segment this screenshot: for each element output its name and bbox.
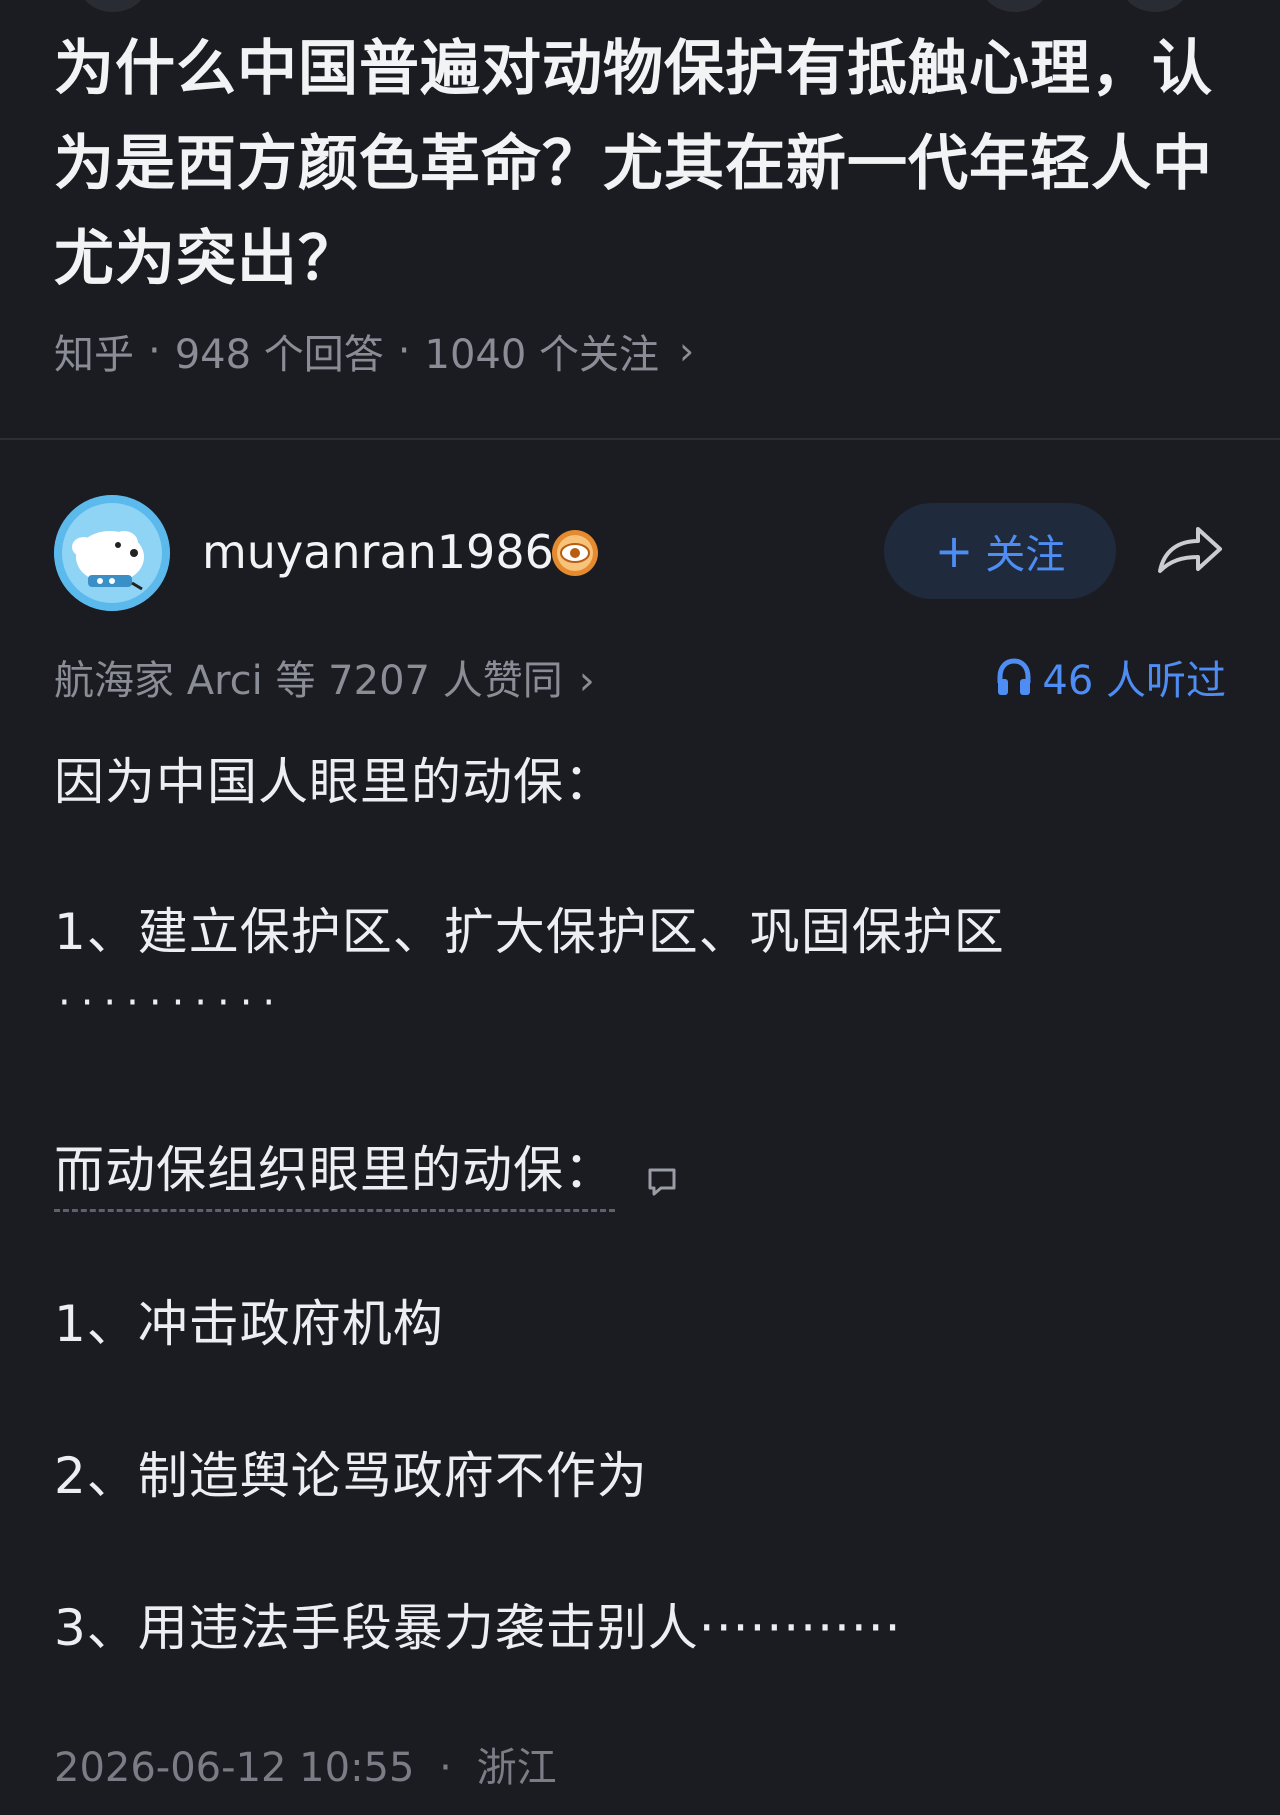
answer-paragraph: 3、用违法手段暴力袭击别人············ xyxy=(54,1599,902,1657)
listen-info[interactable]: 46 人听过 xyxy=(996,648,1226,706)
plus-icon: + xyxy=(934,524,974,578)
annotated-text[interactable]: 而动保组织眼里的动保： xyxy=(54,1141,615,1212)
source-label: 知乎 xyxy=(54,332,134,378)
answer-paragraph: 1、冲击政府机构 xyxy=(54,1295,444,1353)
meta-separator: · xyxy=(439,1745,452,1791)
comment-bubble-icon[interactable] xyxy=(645,1164,679,1198)
follow-button[interactable]: + 关注 xyxy=(884,503,1116,599)
meta-separator: · xyxy=(148,328,161,374)
answer-date: 2026-06-12 10:55 xyxy=(54,1745,415,1791)
avatar[interactable] xyxy=(54,495,170,611)
answer-footer-meta: 2026-06-12 10:55 · 浙江 xyxy=(54,1735,557,1793)
question-meta[interactable]: 知乎 · 948 个回答 · 1040 个关注 › xyxy=(54,322,694,380)
answer-stats-row: 航海家 Arci 等 7207 人赞同 › 46 人听过 xyxy=(54,648,1226,708)
headphones-icon xyxy=(997,658,1031,695)
chevron-right-icon: › xyxy=(578,658,595,704)
ellipsis-dots: ·········· xyxy=(58,980,286,1026)
share-arrow-icon[interactable] xyxy=(1154,517,1226,581)
answer-location: 浙江 xyxy=(476,1745,557,1791)
chevron-right-icon: › xyxy=(679,329,695,373)
answer-paragraph: 2、制造舆论骂政府不作为 xyxy=(54,1447,648,1505)
endorsement-info[interactable]: 航海家 Arci 等 7207 人赞同 › xyxy=(54,648,595,706)
meta-separator: · xyxy=(397,328,411,374)
question-title[interactable]: 为什么中国普遍对动物保护有抵触心理，认为是西方颜色革命？尤其在新一代年轻人中尤为… xyxy=(54,22,1234,307)
author-name[interactable]: muyanran1986 xyxy=(202,525,554,579)
follow-label: 关注 xyxy=(985,532,1066,578)
eye-badge-icon[interactable] xyxy=(550,528,600,578)
cartoon-dog-avatar-icon xyxy=(54,495,170,611)
follower-count: 1040 个关注 xyxy=(424,332,660,378)
answer-author-row: muyanran1986 + 关注 xyxy=(54,495,1226,611)
listen-count: 46 人听过 xyxy=(1042,658,1226,704)
answer-count: 948 个回答 xyxy=(174,332,384,378)
question-header: 为什么中国普遍对动物保护有抵触心理，认为是西方颜色革命？尤其在新一代年轻人中尤为… xyxy=(0,0,1280,440)
endorsement-text: 航海家 Arci 等 7207 人赞同 xyxy=(54,658,563,704)
answer-paragraph: 因为中国人眼里的动保： xyxy=(54,753,615,811)
answer-paragraph-annotated[interactable]: 而动保组织眼里的动保： xyxy=(54,1130,679,1212)
answer-paragraph: 1、建立保护区、扩大保护区、巩固保护区 xyxy=(54,903,1005,961)
